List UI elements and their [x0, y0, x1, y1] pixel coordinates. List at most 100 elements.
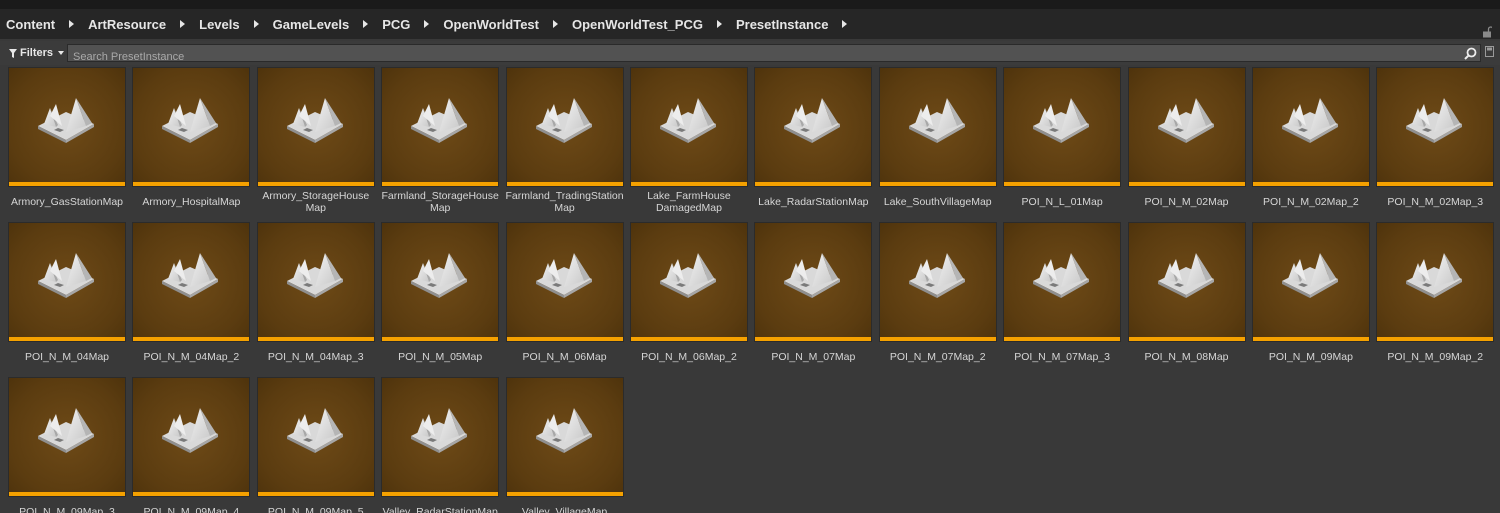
chevron-right-icon[interactable]: [842, 20, 848, 28]
asset-type-bar: [1004, 182, 1121, 186]
pcg-preset-icon: [286, 98, 343, 143]
pcg-preset-icon: [162, 408, 219, 453]
asset-name-line1: Armory_HospitalMap: [142, 195, 241, 208]
asset-name: POI_N_L_01Map: [1000, 189, 1124, 215]
asset-tile[interactable]: POI_N_M_04Map: [9, 220, 125, 375]
asset-type-bar: [257, 492, 374, 496]
asset-tile[interactable]: Farmland_TradingStation Map: [506, 65, 624, 220]
asset-type-bar: [382, 182, 499, 186]
chevron-right-icon[interactable]: [716, 20, 722, 28]
asset-name: POI_N_M_02Map_2: [1249, 189, 1373, 215]
asset-name-line1: POI_N_M_05Map: [398, 350, 483, 363]
asset-name: POI_N_M_02Map: [1125, 189, 1249, 215]
breadcrumb-item[interactable]: ArtResource: [88, 17, 166, 32]
breadcrumb-item[interactable]: GameLevels: [273, 17, 350, 32]
breadcrumb-item[interactable]: PresetInstance: [736, 17, 829, 32]
asset-type-bar: [9, 337, 125, 341]
pcg-preset-icon: [162, 253, 219, 298]
asset-name-line1: Valley_VillageMap: [521, 505, 608, 513]
asset-name-line1: Farmland_StorageHouse: [381, 189, 499, 202]
asset-tile[interactable]: Valley_RadarStationMap: [382, 375, 499, 513]
pcg-preset-icon: [162, 98, 219, 143]
pcg-preset-icon: [411, 98, 468, 143]
filters-button[interactable]: Filters: [9, 44, 65, 62]
asset-thumbnail: [506, 223, 623, 341]
asset-thumbnail: [1377, 68, 1494, 186]
asset-tile[interactable]: POI_N_L_01Map: [1004, 65, 1121, 220]
breadcrumb-item[interactable]: Content: [6, 17, 55, 32]
asset-thumbnail: [1252, 223, 1369, 341]
pcg-preset-icon: [1033, 253, 1090, 298]
asset-name: POI_N_M_09Map_2: [1373, 344, 1497, 370]
asset-type-bar: [1252, 182, 1369, 186]
asset-tile[interactable]: POI_N_M_07Map_2: [879, 220, 996, 375]
pcg-preset-icon: [908, 253, 965, 298]
asset-tile[interactable]: POI_N_M_07Map: [755, 220, 872, 375]
asset-tile[interactable]: POI_N_M_09Map_5: [257, 375, 374, 513]
asset-name: Armory_HospitalMap: [129, 189, 253, 215]
asset-thumbnail: [133, 68, 250, 186]
asset-grid: Armory_GasStationMap Armory_HospitalMap …: [0, 65, 1500, 513]
asset-tile[interactable]: Lake_RadarStationMap: [755, 65, 872, 220]
asset-tile[interactable]: Lake_FarmHouse DamagedMap: [630, 65, 747, 220]
asset-name: POI_N_M_02Map_3: [1373, 189, 1497, 215]
breadcrumb-item[interactable]: PCG: [382, 17, 410, 32]
asset-tile[interactable]: POI_N_M_04Map_3: [257, 220, 374, 375]
asset-tile[interactable]: Armory_HospitalMap: [133, 65, 250, 220]
asset-tile[interactable]: Armory_StorageHouse Map: [257, 65, 374, 220]
chevron-right-icon[interactable]: [552, 20, 558, 28]
chevron-right-icon[interactable]: [253, 20, 259, 28]
asset-name: Valley_VillageMap: [503, 499, 627, 513]
asset-tile[interactable]: Armory_GasStationMap: [9, 65, 125, 220]
asset-name: POI_N_M_04Map_2: [129, 344, 253, 370]
chevron-right-icon[interactable]: [363, 20, 369, 28]
chevron-right-icon[interactable]: [69, 20, 75, 28]
asset-name-line1: POI_N_M_09Map_2: [1387, 350, 1484, 363]
asset-tile[interactable]: POI_N_M_02Map: [1128, 65, 1245, 220]
asset-tile[interactable]: Lake_SouthVillageMap: [879, 65, 996, 220]
asset-name: POI_N_M_06Map: [503, 344, 627, 370]
chevron-right-icon[interactable]: [180, 20, 186, 28]
filter-bar: Filters: [0, 41, 1500, 65]
asset-tile[interactable]: POI_N_M_02Map_2: [1252, 65, 1369, 220]
asset-tile[interactable]: POI_N_M_07Map_3: [1004, 220, 1121, 375]
asset-thumbnail: [506, 68, 623, 186]
filters-label: Filters: [20, 47, 54, 59]
asset-tile[interactable]: POI_N_M_09Map_4: [133, 375, 250, 513]
asset-tile[interactable]: POI_N_M_06Map_2: [630, 220, 747, 375]
asset-thumbnail: [630, 223, 747, 341]
asset-type-bar: [9, 492, 125, 496]
breadcrumb-item[interactable]: Levels: [199, 17, 239, 32]
asset-type-bar: [257, 337, 374, 341]
pcg-preset-icon: [535, 98, 592, 143]
asset-tile[interactable]: POI_N_M_05Map: [382, 220, 499, 375]
asset-tile[interactable]: POI_N_M_08Map: [1128, 220, 1245, 375]
asset-name: POI_N_M_09Map_3: [5, 499, 129, 513]
breadcrumb-path: Content ArtResource Levels GameLevels PCG Ope…: [0, 9, 861, 39]
asset-tile[interactable]: POI_N_M_09Map_2: [1377, 220, 1494, 375]
asset-thumbnail: [133, 223, 250, 341]
chevron-right-icon[interactable]: [424, 20, 430, 28]
breadcrumb-item[interactable]: OpenWorldTest: [443, 17, 539, 32]
pcg-preset-icon: [411, 253, 468, 298]
asset-thumbnail: [9, 223, 125, 341]
asset-thumbnail: [755, 223, 872, 341]
save-search-icon[interactable]: [1485, 46, 1494, 57]
asset-tile[interactable]: POI_N_M_09Map: [1252, 220, 1369, 375]
pcg-preset-icon: [908, 98, 965, 143]
asset-tile[interactable]: Valley_VillageMap: [506, 375, 623, 513]
asset-type-bar: [506, 182, 623, 186]
unlock-icon[interactable]: [1482, 26, 1492, 38]
asset-tile[interactable]: Farmland_StorageHouse Map: [381, 65, 499, 220]
asset-name-line1: POI_N_M_07Map_2: [889, 350, 986, 363]
search-icon[interactable]: [1464, 47, 1477, 60]
asset-type-bar: [257, 182, 374, 186]
asset-tile[interactable]: POI_N_M_06Map: [506, 220, 623, 375]
search-input[interactable]: [68, 49, 1480, 65]
pcg-preset-icon: [1281, 253, 1338, 298]
asset-tile[interactable]: POI_N_M_04Map_2: [133, 220, 250, 375]
asset-tile[interactable]: POI_N_M_02Map_3: [1377, 65, 1494, 220]
asset-tile[interactable]: POI_N_M_09Map_3: [9, 375, 125, 513]
asset-thumbnail: [382, 223, 499, 341]
breadcrumb-item[interactable]: OpenWorldTest_PCG: [572, 17, 703, 32]
